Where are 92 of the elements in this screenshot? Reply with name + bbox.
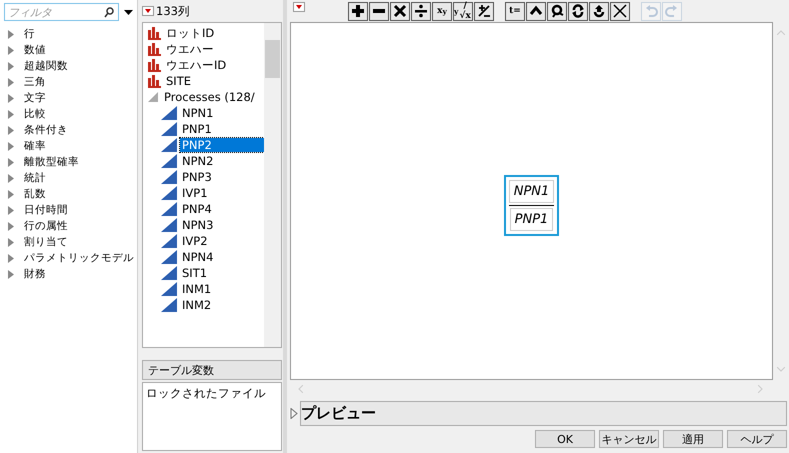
delete-icon — [613, 4, 627, 18]
triangle-icon — [161, 106, 177, 120]
function-category[interactable]: 文字 — [24, 91, 46, 105]
triangle-icon — [161, 138, 177, 152]
column-item[interactable]: PNP3 — [180, 170, 214, 184]
table-variable[interactable]: ロックされたファイル — [146, 386, 278, 401]
toolbar-button[interactable] — [348, 2, 368, 20]
column-item[interactable]: ロットID — [164, 26, 216, 40]
function-category[interactable]: 割り当て — [24, 235, 68, 249]
column-item[interactable]: NPN2 — [180, 154, 216, 168]
caret-icon — [529, 4, 543, 18]
column-item[interactable]: INM1 — [180, 282, 214, 296]
triangle-icon — [161, 186, 177, 200]
function-category[interactable]: 条件付き — [24, 123, 68, 137]
function-category[interactable]: 数値 — [24, 43, 46, 57]
scrollbar[interactable] — [264, 23, 281, 347]
table-variables-dropdown[interactable]: テーブル変数 — [142, 360, 282, 380]
column-item[interactable]: PNP2 — [180, 138, 264, 152]
column-item[interactable]: NPN4 — [180, 250, 216, 264]
function-category[interactable]: 乱数 — [24, 187, 46, 201]
function-category[interactable]: 確率 — [24, 139, 46, 153]
search-icon — [104, 7, 114, 18]
function-category[interactable]: 統計 — [24, 171, 46, 185]
menu-triangle-icon[interactable] — [142, 6, 154, 16]
function-category[interactable]: 日付時間 — [24, 203, 68, 217]
toolbar-button[interactable]: t= — [505, 2, 525, 20]
function-category[interactable]: 三角 — [24, 75, 46, 89]
triangle-icon — [161, 122, 177, 136]
bar-chart-icon — [147, 74, 161, 88]
column-item[interactable]: ウエハーID — [164, 58, 228, 72]
formula-term[interactable]: NPN1 — [508, 180, 554, 202]
formula-box[interactable]: NPN1 PNP1 — [504, 174, 560, 236]
plus-icon — [351, 4, 365, 18]
toolbar-button[interactable] — [547, 2, 567, 20]
function-category[interactable]: 比較 — [24, 107, 46, 121]
scroll-thumb[interactable] — [265, 40, 280, 78]
dialog-button[interactable]: 適用 — [663, 430, 723, 448]
column-item[interactable]: INM2 — [180, 298, 214, 312]
toolbar-button[interactable] — [369, 2, 389, 20]
filter-field[interactable]: フィルタ — [4, 3, 119, 21]
column-item[interactable]: Processes (128/ — [162, 90, 257, 104]
toolbar-button[interactable] — [526, 2, 546, 20]
toolbar-button[interactable] — [610, 2, 630, 20]
function-category[interactable]: パラメトリックモデル — [24, 251, 134, 265]
column-item[interactable]: PNP4 — [180, 202, 214, 216]
toolbar-button[interactable] — [474, 2, 494, 20]
column-item[interactable]: PNP1 — [180, 122, 214, 136]
times-icon — [393, 4, 407, 18]
column-item[interactable]: NPN3 — [180, 218, 216, 232]
column-count: 133列 — [156, 4, 190, 18]
column-item[interactable]: ウエハー — [164, 42, 216, 56]
swap-icon — [571, 4, 585, 18]
column-item[interactable]: SITE — [164, 74, 193, 88]
triangle-icon — [161, 218, 177, 232]
toolbar-button[interactable] — [589, 2, 609, 20]
dialog-button[interactable]: キャンセル — [599, 430, 659, 448]
triangle-icon — [161, 298, 177, 312]
triangle-icon — [161, 234, 177, 248]
column-item[interactable]: IVP1 — [180, 186, 210, 200]
function-category[interactable]: 行の属性 — [24, 219, 68, 233]
bar-chart-icon — [147, 26, 161, 40]
dropdown-icon[interactable] — [124, 10, 133, 15]
toolbar-button[interactable] — [411, 2, 431, 20]
formula-editor[interactable]: NPN1 PNP1 — [290, 22, 773, 380]
bar-chart-icon — [147, 42, 161, 56]
redo-icon — [665, 4, 679, 18]
collapse-icon[interactable] — [147, 91, 159, 103]
divide-icon — [414, 4, 428, 18]
function-category[interactable]: 超越関数 — [24, 59, 68, 73]
bar-chart-icon — [147, 58, 161, 72]
formula-term[interactable]: PNP1 — [510, 208, 554, 230]
disclosure-icon[interactable] — [290, 408, 298, 419]
dialog-button[interactable]: ヘルプ — [727, 430, 787, 448]
function-category[interactable]: 行 — [24, 27, 35, 41]
column-item[interactable]: IVP2 — [180, 234, 210, 248]
column-item[interactable]: SIT1 — [180, 266, 210, 280]
toolbar-button[interactable] — [390, 2, 410, 20]
function-category[interactable]: 離散型確率 — [24, 155, 79, 169]
triangle-icon — [161, 266, 177, 280]
undo-icon — [644, 4, 658, 18]
column-item[interactable]: NPN1 — [180, 106, 216, 120]
dialog-button[interactable]: OK — [535, 430, 595, 448]
menu-triangle-icon[interactable] — [293, 2, 305, 12]
triangle-icon — [161, 154, 177, 168]
toolbar-button[interactable] — [568, 2, 588, 20]
preview-header[interactable]: プレビュー — [300, 401, 787, 426]
triangle-icon — [161, 250, 177, 264]
triangle-icon — [161, 282, 177, 296]
plusminus-icon — [477, 4, 491, 18]
triangle-icon — [161, 202, 177, 216]
function-category[interactable]: 財務 — [24, 267, 46, 281]
triangle-icon — [161, 170, 177, 184]
